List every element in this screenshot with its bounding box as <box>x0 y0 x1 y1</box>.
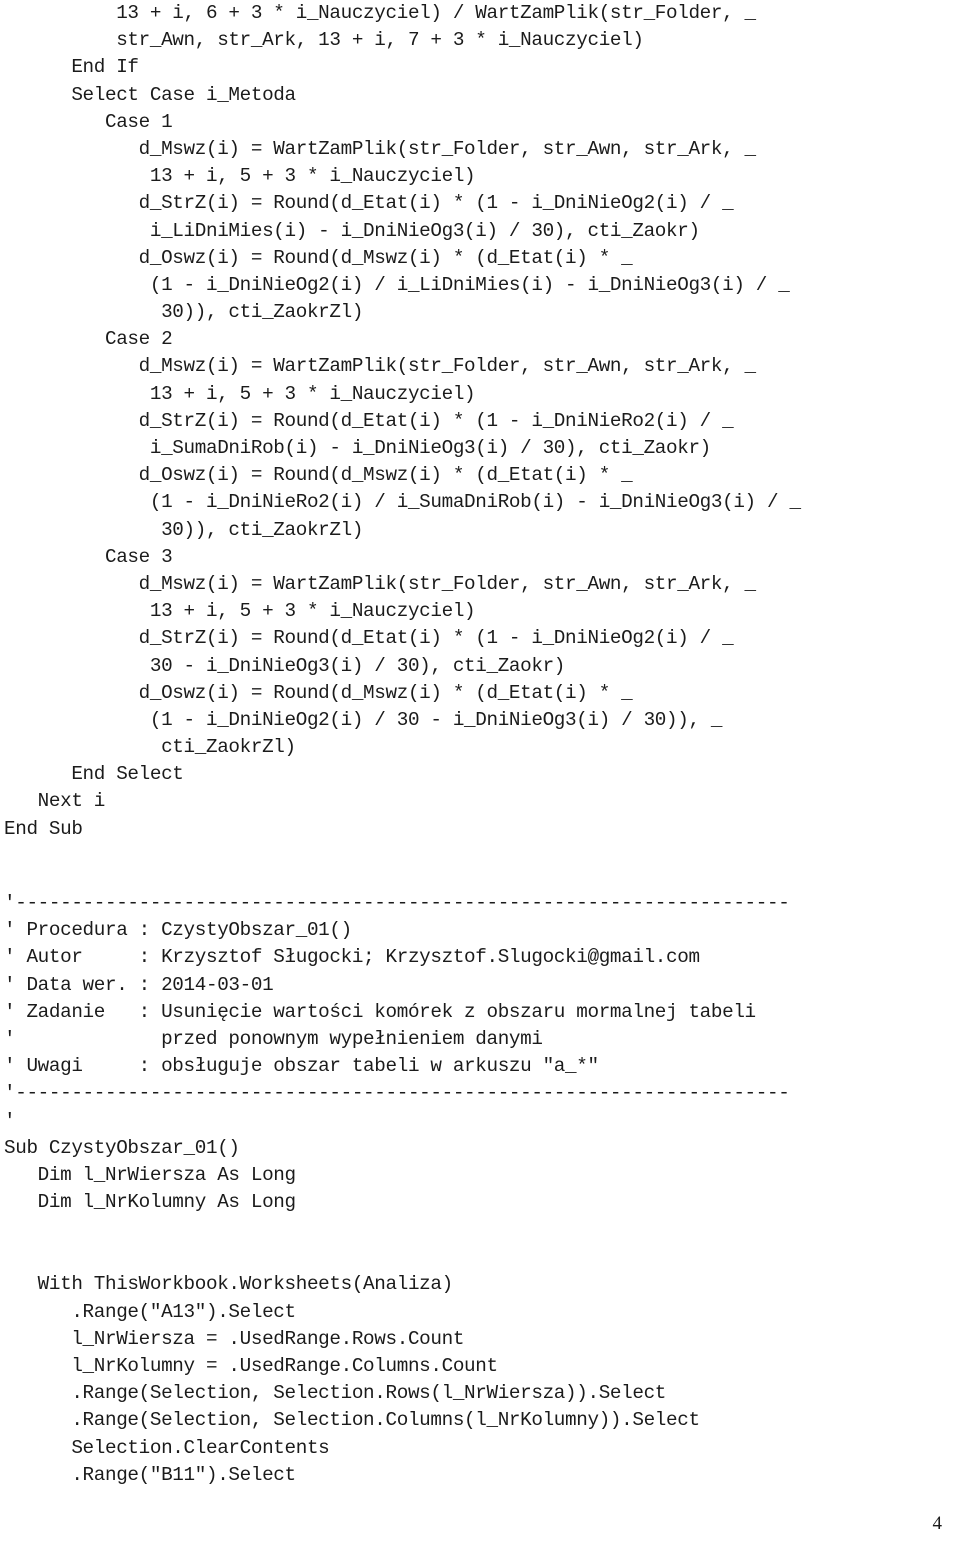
code-line: 13 + i, 6 + 3 * i_Nauczyciel) / WartZamP… <box>4 2 756 24</box>
code-line: End Sub <box>4 817 83 840</box>
code-line: .Range("B11").Select <box>4 1463 296 1486</box>
code-line: 30)), cti_ZaokrZl) <box>4 518 364 541</box>
code-line: End Select <box>4 763 184 786</box>
code-line: 30)), cti_ZaokrZl) <box>4 301 364 324</box>
code-line: d_Mswz(i) = WartZamPlik(str_Folder, str_… <box>4 355 757 378</box>
code-block-sub-declaration: Sub CzystyObszar_01() Dim l_NrWiersza As… <box>0 1135 960 1217</box>
code-line: Sub CzystyObszar_01() <box>4 1136 240 1159</box>
code-line: ' Uwagi : obsługuje obszar tabeli w arku… <box>4 1055 599 1078</box>
code-line: .Range(Selection, Selection.Rows(l_NrWie… <box>4 1382 667 1405</box>
code-block-with-body: With ThisWorkbook.Worksheets(Analiza) .R… <box>0 1271 960 1489</box>
code-line: d_Mswz(i) = WartZamPlik(str_Folder, str_… <box>4 572 757 595</box>
code-line: Case 1 <box>4 110 173 133</box>
code-line: d_Oswz(i) = Round(d_Mswz(i) * (d_Etat(i)… <box>4 464 633 487</box>
document-page: 13 + i, 6 + 3 * i_Nauczyciel) / WartZamP… <box>0 0 960 1551</box>
code-line: ' Procedura : CzystyObszar_01() <box>4 919 352 942</box>
code-line: (1 - i_DniNieOg2(i) / i_LiDniMies(i) - i… <box>4 273 790 296</box>
code-line: Case 2 <box>4 328 173 351</box>
code-line: .Range(Selection, Selection.Columns(l_Nr… <box>4 1409 700 1432</box>
code-line: d_StrZ(i) = Round(d_Etat(i) * (1 - i_Dni… <box>4 192 734 215</box>
code-line: d_StrZ(i) = Round(d_Etat(i) * (1 - i_Dni… <box>4 627 734 650</box>
code-line: ' Data wer. : 2014-03-01 <box>4 973 274 996</box>
code-line: Selection.ClearContents <box>4 1436 330 1459</box>
code-line: Dim l_NrKolumny As Long <box>4 1191 296 1214</box>
code-line: Select Case i_Metoda <box>4 83 296 106</box>
code-line: With ThisWorkbook.Worksheets(Analiza) <box>4 1273 454 1296</box>
code-line: 13 + i, 5 + 3 * i_Nauczyciel) <box>4 165 476 188</box>
code-line: Case 3 <box>4 545 173 568</box>
code-line: l_NrWiersza = .UsedRange.Rows.Count <box>4 1327 465 1350</box>
code-line: str_Awn, str_Ark, 13 + i, 7 + 3 * i_Nauc… <box>4 29 644 52</box>
code-line: cti_ZaokrZl) <box>4 736 296 759</box>
code-line: l_NrKolumny = .UsedRange.Columns.Count <box>4 1355 498 1377</box>
code-line: (1 - i_DniNieRo2(i) / i_SumaDniRob(i) - … <box>4 491 801 514</box>
page-number: 4 <box>932 1513 943 1534</box>
code-block-header-comment: '---------------------------------------… <box>0 890 960 1135</box>
code-line: End If <box>4 56 139 79</box>
code-line: i_SumaDniRob(i) - i_DniNieOg3(i) / 30), … <box>4 437 711 459</box>
vba-code-listing: 13 + i, 6 + 3 * i_Nauczyciel) / WartZamP… <box>0 0 960 1489</box>
code-line: Dim l_NrWiersza As Long <box>4 1163 296 1186</box>
code-line: d_StrZ(i) = Round(d_Etat(i) * (1 - i_Dni… <box>4 409 734 432</box>
code-line: 13 + i, 5 + 3 * i_Nauczyciel) <box>4 600 476 623</box>
code-line: 13 + i, 5 + 3 * i_Nauczyciel) <box>4 382 476 405</box>
code-line: d_Oswz(i) = Round(d_Mswz(i) * (d_Etat(i)… <box>4 246 633 269</box>
code-line: ' Autor : Krzysztof Sługocki; Krzysztof.… <box>4 946 700 969</box>
code-line: (1 - i_DniNieOg2(i) / 30 - i_DniNieOg3(i… <box>4 708 723 731</box>
code-line: ' <box>4 1109 16 1132</box>
code-line: d_Mswz(i) = WartZamPlik(str_Folder, str_… <box>4 137 757 160</box>
code-line: ' przed ponownym wypełnieniem danymi <box>4 1027 543 1050</box>
code-line: '---------------------------------------… <box>4 892 790 914</box>
code-line: 30 - i_DniNieOg3(i) / 30), cti_Zaokr) <box>4 654 566 677</box>
code-line: ' Zadanie : Usunięcie wartości komórek z… <box>4 1000 756 1023</box>
code-line: d_Oswz(i) = Round(d_Mswz(i) * (d_Etat(i)… <box>4 681 633 704</box>
code-line: '---------------------------------------… <box>4 1082 790 1105</box>
code-line: .Range("A13").Select <box>4 1300 296 1323</box>
code-block-procedure-tail: 13 + i, 6 + 3 * i_Nauczyciel) / WartZamP… <box>0 0 960 843</box>
code-line: i_LiDniMies(i) - i_DniNieOg3(i) / 30), c… <box>4 219 700 242</box>
code-line: Next i <box>4 790 106 813</box>
